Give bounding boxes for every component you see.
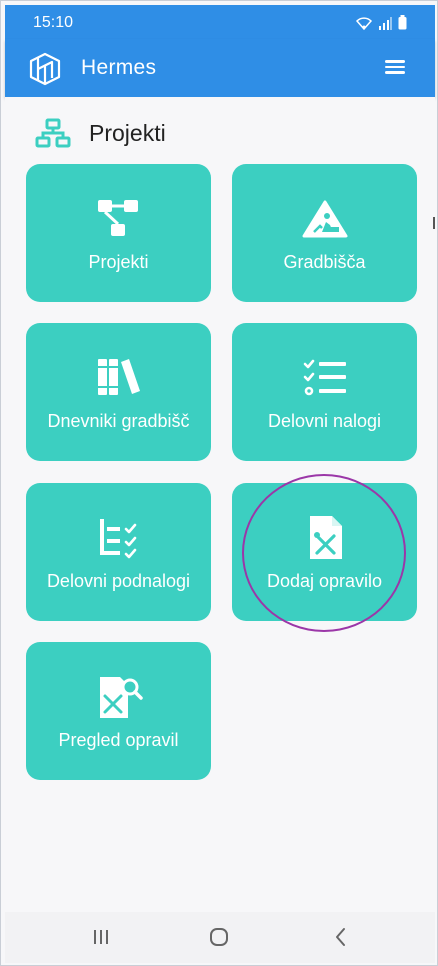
tile-label: Gradbišča	[283, 252, 366, 272]
android-nav-bar	[5, 912, 435, 963]
hermes-logo-icon	[29, 52, 61, 86]
project-tree-icon	[97, 200, 138, 236]
status-icons	[356, 15, 407, 30]
hamburger-menu-button[interactable]	[385, 57, 409, 79]
tile-label: Dnevniki gradbišč	[47, 411, 190, 431]
tile-delovni-podnalogi[interactable]: Delovni podnalogi	[26, 483, 211, 621]
tile-label: Pregled opravil	[58, 730, 179, 750]
battery-icon	[398, 15, 407, 30]
main-content: Projekti Projekti Gradbišča Dnevniki gra…	[5, 97, 435, 912]
menu-line-icon	[385, 60, 405, 63]
construction-sign-icon	[302, 200, 347, 238]
tile-label: Dodaj opravilo	[266, 571, 383, 591]
sub-checklist-icon	[99, 519, 136, 559]
status-bar: 15:10	[5, 5, 435, 39]
tile-projekti[interactable]: Projekti	[26, 164, 211, 302]
sitemap-icon	[35, 118, 71, 148]
file-tools-search-icon	[99, 677, 143, 718]
status-time: 15:10	[33, 14, 74, 31]
tile-dnevniki-gradbisc[interactable]: Dnevniki gradbišč	[26, 323, 211, 461]
scrollbar[interactable]	[433, 217, 435, 229]
back-icon[interactable]	[327, 924, 355, 950]
recent-apps-icon[interactable]	[87, 924, 115, 950]
tile-label: Projekti	[88, 252, 149, 272]
tile-label: Delovni podnalogi	[46, 571, 191, 591]
signal-icon	[379, 17, 392, 30]
wifi-icon	[356, 17, 372, 30]
app-bar: Hermes	[5, 39, 435, 97]
tile-dodaj-opravilo[interactable]: Dodaj opravilo	[232, 483, 417, 621]
menu-line-icon	[385, 65, 405, 68]
tile-delovni-nalogi[interactable]: Delovni nalogi	[232, 323, 417, 461]
home-icon[interactable]	[205, 924, 233, 950]
books-icon	[97, 359, 140, 395]
tile-pregled-opravil[interactable]: Pregled opravil	[26, 642, 211, 780]
section-title: Projekti	[89, 119, 166, 146]
section-header: Projekti	[35, 117, 166, 149]
app-title: Hermes	[81, 56, 157, 79]
tile-label: Delovni nalogi	[267, 411, 382, 431]
tile-gradbisca[interactable]: Gradbišča	[232, 164, 417, 302]
checklist-icon	[303, 359, 346, 396]
phone-screen: 15:10 Hermes Projekti Projekti Gradbišča…	[0, 0, 438, 966]
menu-line-icon	[385, 71, 405, 74]
file-tools-icon	[309, 516, 342, 559]
